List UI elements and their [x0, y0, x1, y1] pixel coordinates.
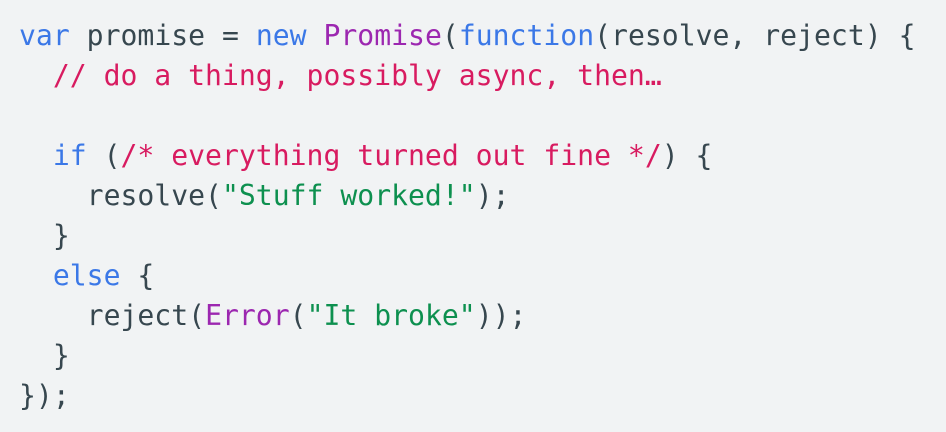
- code-line: if (/* everything turned out fine */) {: [19, 136, 946, 176]
- plain-token: ) {: [661, 139, 713, 172]
- keyword-token: if: [52, 139, 87, 172]
- code-line: resolve("Stuff worked!");: [19, 176, 946, 216]
- plain-token: }: [19, 339, 70, 372]
- plain-token: (: [86, 139, 121, 172]
- comment-token: /* everything turned out fine */: [120, 139, 662, 172]
- plain-token: (: [441, 19, 459, 52]
- keyword-token: new: [255, 19, 307, 52]
- code-line: }: [19, 216, 946, 256]
- keyword-token: var: [19, 19, 70, 52]
- keyword-token: function: [458, 19, 595, 52]
- string-token: "It broke": [306, 299, 476, 332]
- code-listing: var promise = new Promise(function(resol…: [19, 16, 946, 416]
- plain-token: promise =: [69, 19, 256, 52]
- code-line: }: [19, 336, 946, 376]
- plain-token: (resolve, reject) {: [594, 19, 916, 52]
- class-token: Error: [205, 299, 290, 332]
- code-content: var promise = new Promise(function(resol…: [19, 16, 946, 416]
- plain-token: {: [120, 259, 155, 292]
- code-line: });: [19, 376, 946, 416]
- comment-token: // do a thing, possibly async, then…: [52, 59, 662, 92]
- string-token: "Stuff worked!": [221, 179, 476, 212]
- keyword-token: else: [52, 259, 121, 292]
- plain-token: );: [475, 179, 510, 212]
- plain-token: });: [19, 379, 70, 412]
- plain-token: reject(: [19, 299, 206, 332]
- code-block: var promise = new Promise(function(resol…: [0, 0, 946, 432]
- class-token: Promise: [323, 19, 442, 52]
- code-line: else {: [19, 256, 946, 296]
- plain-token: ));: [475, 299, 527, 332]
- plain-token: resolve(: [19, 179, 222, 212]
- code-line: ​: [19, 96, 946, 136]
- code-line: var promise = new Promise(function(resol…: [19, 16, 946, 56]
- code-line: reject(Error("It broke"));: [19, 296, 946, 336]
- code-line: // do a thing, possibly async, then…: [19, 56, 946, 96]
- plain-token: (: [289, 299, 307, 332]
- plain-token: }: [19, 219, 70, 252]
